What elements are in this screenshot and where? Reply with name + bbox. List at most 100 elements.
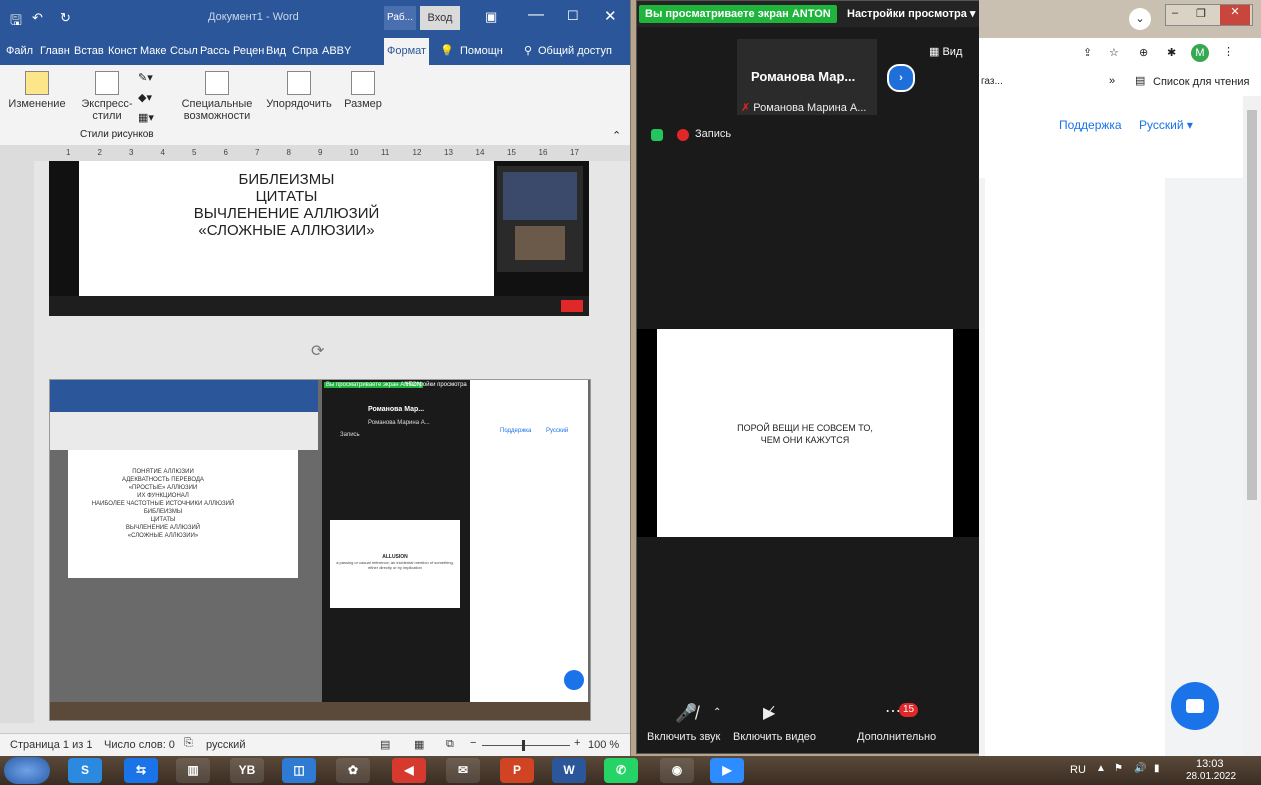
restore-icon[interactable]: ❐ — [1196, 7, 1206, 20]
proofing-icon[interactable]: ⎘ — [184, 737, 193, 750]
title-tab[interactable]: Раб... — [384, 6, 416, 30]
mail-icon[interactable]: ✉ — [446, 758, 480, 783]
paint-icon[interactable]: ✿ — [336, 758, 370, 783]
support-link[interactable]: Поддержка — [1059, 118, 1122, 132]
skype-icon[interactable]: S — [68, 758, 102, 783]
video-off-icon[interactable]: ▶̸ — [763, 703, 775, 723]
special-features-button[interactable]: Специальные возможности — [176, 71, 258, 122]
zoom-level[interactable]: 100 % — [588, 739, 619, 751]
clock-date[interactable]: 28.01.2022 — [1186, 771, 1236, 782]
tab-abbyy[interactable]: ABBY — [322, 38, 351, 65]
pasted-screenshot-2[interactable]: ПОНЯТИЕ АЛЛЮЗИИ АДЕКВАТНОСТЬ ПЕРЕВОДА «ПРО… — [49, 379, 591, 721]
lightbulb-icon[interactable]: 💡 — [440, 38, 454, 65]
zoom-in-icon[interactable]: + — [574, 737, 580, 749]
participant-tile[interactable]: Романова Мар... ✗ Романова Марина А... — [737, 39, 877, 115]
minimize-icon[interactable]: — — [528, 6, 544, 24]
network-icon[interactable]: ▮ — [1154, 763, 1160, 774]
save-icon[interactable]: 🖫 — [10, 10, 22, 34]
start-button[interactable] — [4, 757, 50, 784]
yandex-browser-icon[interactable]: YB — [230, 758, 264, 783]
rotate-handle-icon[interactable]: ⟳ — [311, 341, 324, 361]
photo-icon[interactable]: ◫ — [282, 758, 316, 783]
clock-time[interactable]: 13:03 — [1196, 758, 1224, 770]
tab-layout[interactable]: Маке — [140, 38, 166, 65]
menu-icon[interactable]: ⋮ — [1223, 45, 1234, 58]
tab-mailings[interactable]: Рассь — [200, 38, 230, 65]
flag-icon[interactable]: ⚑ — [1114, 763, 1123, 774]
bookmark-item[interactable]: газ... — [981, 76, 1003, 87]
minimize-icon[interactable]: – — [1172, 7, 1178, 19]
undo-icon[interactable]: ↶ — [32, 10, 43, 26]
tab-search-icon[interactable]: ⌄ — [1129, 8, 1151, 30]
word-icon[interactable]: W — [552, 758, 586, 783]
share-button[interactable]: Общий доступ — [538, 38, 612, 65]
reading-list[interactable]: Список для чтения — [1153, 76, 1249, 88]
tab-home[interactable]: Главн — [40, 38, 70, 65]
whatsapp-icon[interactable]: ✆ — [604, 758, 638, 783]
ribbon-display-icon[interactable]: ▣ — [485, 9, 497, 25]
more-bookmarks-icon[interactable]: » — [1109, 75, 1115, 87]
tab-insert[interactable]: Встав — [74, 38, 104, 65]
tab-help[interactable]: Спра — [292, 38, 318, 65]
pasted-screenshot-1[interactable]: БИБЛЕИЗМЫ ЦИТАТЫ ВЫЧЛЕНЕНИЕ АЛЛЮЗИЙ «СЛО… — [49, 161, 589, 316]
close-icon[interactable]: ✕ — [1220, 5, 1250, 25]
tab-format[interactable]: Формат — [384, 38, 430, 65]
star-icon[interactable]: ☆ — [1109, 46, 1119, 59]
start-video-button[interactable]: Включить видео — [733, 731, 816, 743]
scrollbar-thumb[interactable] — [1247, 110, 1257, 500]
help-search[interactable]: Помощн — [460, 38, 503, 65]
language-select[interactable]: Русский ▾ — [1139, 118, 1193, 132]
powerpoint-icon[interactable]: P — [500, 758, 534, 783]
zoom-slider[interactable] — [482, 745, 570, 746]
border-icon[interactable]: ✎▾ — [138, 71, 153, 84]
print-layout-icon[interactable]: ▦ — [414, 738, 424, 751]
zoom-out-icon[interactable]: − — [470, 737, 476, 749]
avatar[interactable]: M — [1191, 44, 1209, 62]
word-count[interactable]: Число слов: 0 — [104, 739, 175, 751]
page-count[interactable]: Страница 1 из 1 — [10, 739, 92, 751]
view-settings-menu[interactable]: Настройки просмотра ▾ — [847, 7, 975, 20]
layout-icon[interactable]: ▦▾ — [138, 111, 154, 124]
puzzle-icon[interactable]: ✱ — [1167, 46, 1176, 59]
effects-icon[interactable]: ◆▾ — [138, 91, 152, 104]
login-button[interactable]: Вход — [420, 6, 460, 30]
chrome-icon[interactable]: ◉ — [660, 758, 694, 783]
close-icon[interactable]: ✕ — [604, 7, 617, 25]
tab-view[interactable]: Вид — [266, 38, 286, 65]
tab-references[interactable]: Ссыл — [170, 38, 198, 65]
redo-icon[interactable]: ↻ — [60, 10, 71, 26]
zoom-app-icon[interactable]: ▶ — [710, 758, 744, 783]
mini-zoom-window: Вы просматриваете экран ANTON Настройки … — [322, 380, 470, 702]
express-styles-button[interactable]: Экспресс- стили — [78, 71, 136, 122]
input-language[interactable]: RU — [1070, 764, 1086, 776]
tab-review[interactable]: Рецен — [233, 38, 264, 65]
more-button[interactable]: Дополнительно — [857, 731, 936, 743]
share-icon[interactable]: ⇪ — [1083, 46, 1092, 59]
reading-list-icon[interactable]: ▤ — [1135, 74, 1145, 87]
unmute-button[interactable]: Включить звук — [647, 731, 720, 743]
tab-design[interactable]: Конст — [108, 38, 137, 65]
web-layout-icon[interactable]: ⧉ — [446, 738, 454, 751]
size-button[interactable]: Размер — [340, 71, 386, 110]
app-red-icon[interactable]: ◀ — [392, 758, 426, 783]
library-icon[interactable]: ▥ — [176, 758, 210, 783]
tab-file[interactable]: Файл — [6, 38, 33, 65]
mic-muted-icon[interactable]: 🎤̸ — [675, 703, 697, 724]
volume-icon[interactable]: 🔊 — [1134, 763, 1146, 774]
tray-arrow-icon[interactable]: ▲ — [1096, 763, 1106, 774]
teamviewer-icon[interactable]: ⇆ — [124, 758, 158, 783]
change-button[interactable]: Изменение — [6, 71, 68, 110]
zoom-slider-thumb[interactable] — [522, 740, 525, 751]
scrollbar[interactable] — [1243, 96, 1261, 756]
mic-options-icon[interactable]: ⌃ — [713, 707, 721, 718]
maximize-icon[interactable]: ☐ — [567, 8, 579, 24]
arrange-button[interactable]: Упорядочить — [262, 71, 336, 110]
read-mode-icon[interactable]: ▤ — [380, 738, 390, 751]
chat-icon[interactable] — [1171, 682, 1219, 730]
next-page-icon[interactable]: › — [887, 64, 915, 92]
language-indicator[interactable]: русский — [206, 739, 245, 751]
person-icon[interactable]: ⚲ — [524, 38, 532, 65]
view-button[interactable]: ▦ Вид — [929, 45, 962, 58]
extension-icon[interactable]: ⊕ — [1139, 46, 1148, 59]
collapse-ribbon-icon[interactable]: ⌃ — [612, 129, 621, 142]
